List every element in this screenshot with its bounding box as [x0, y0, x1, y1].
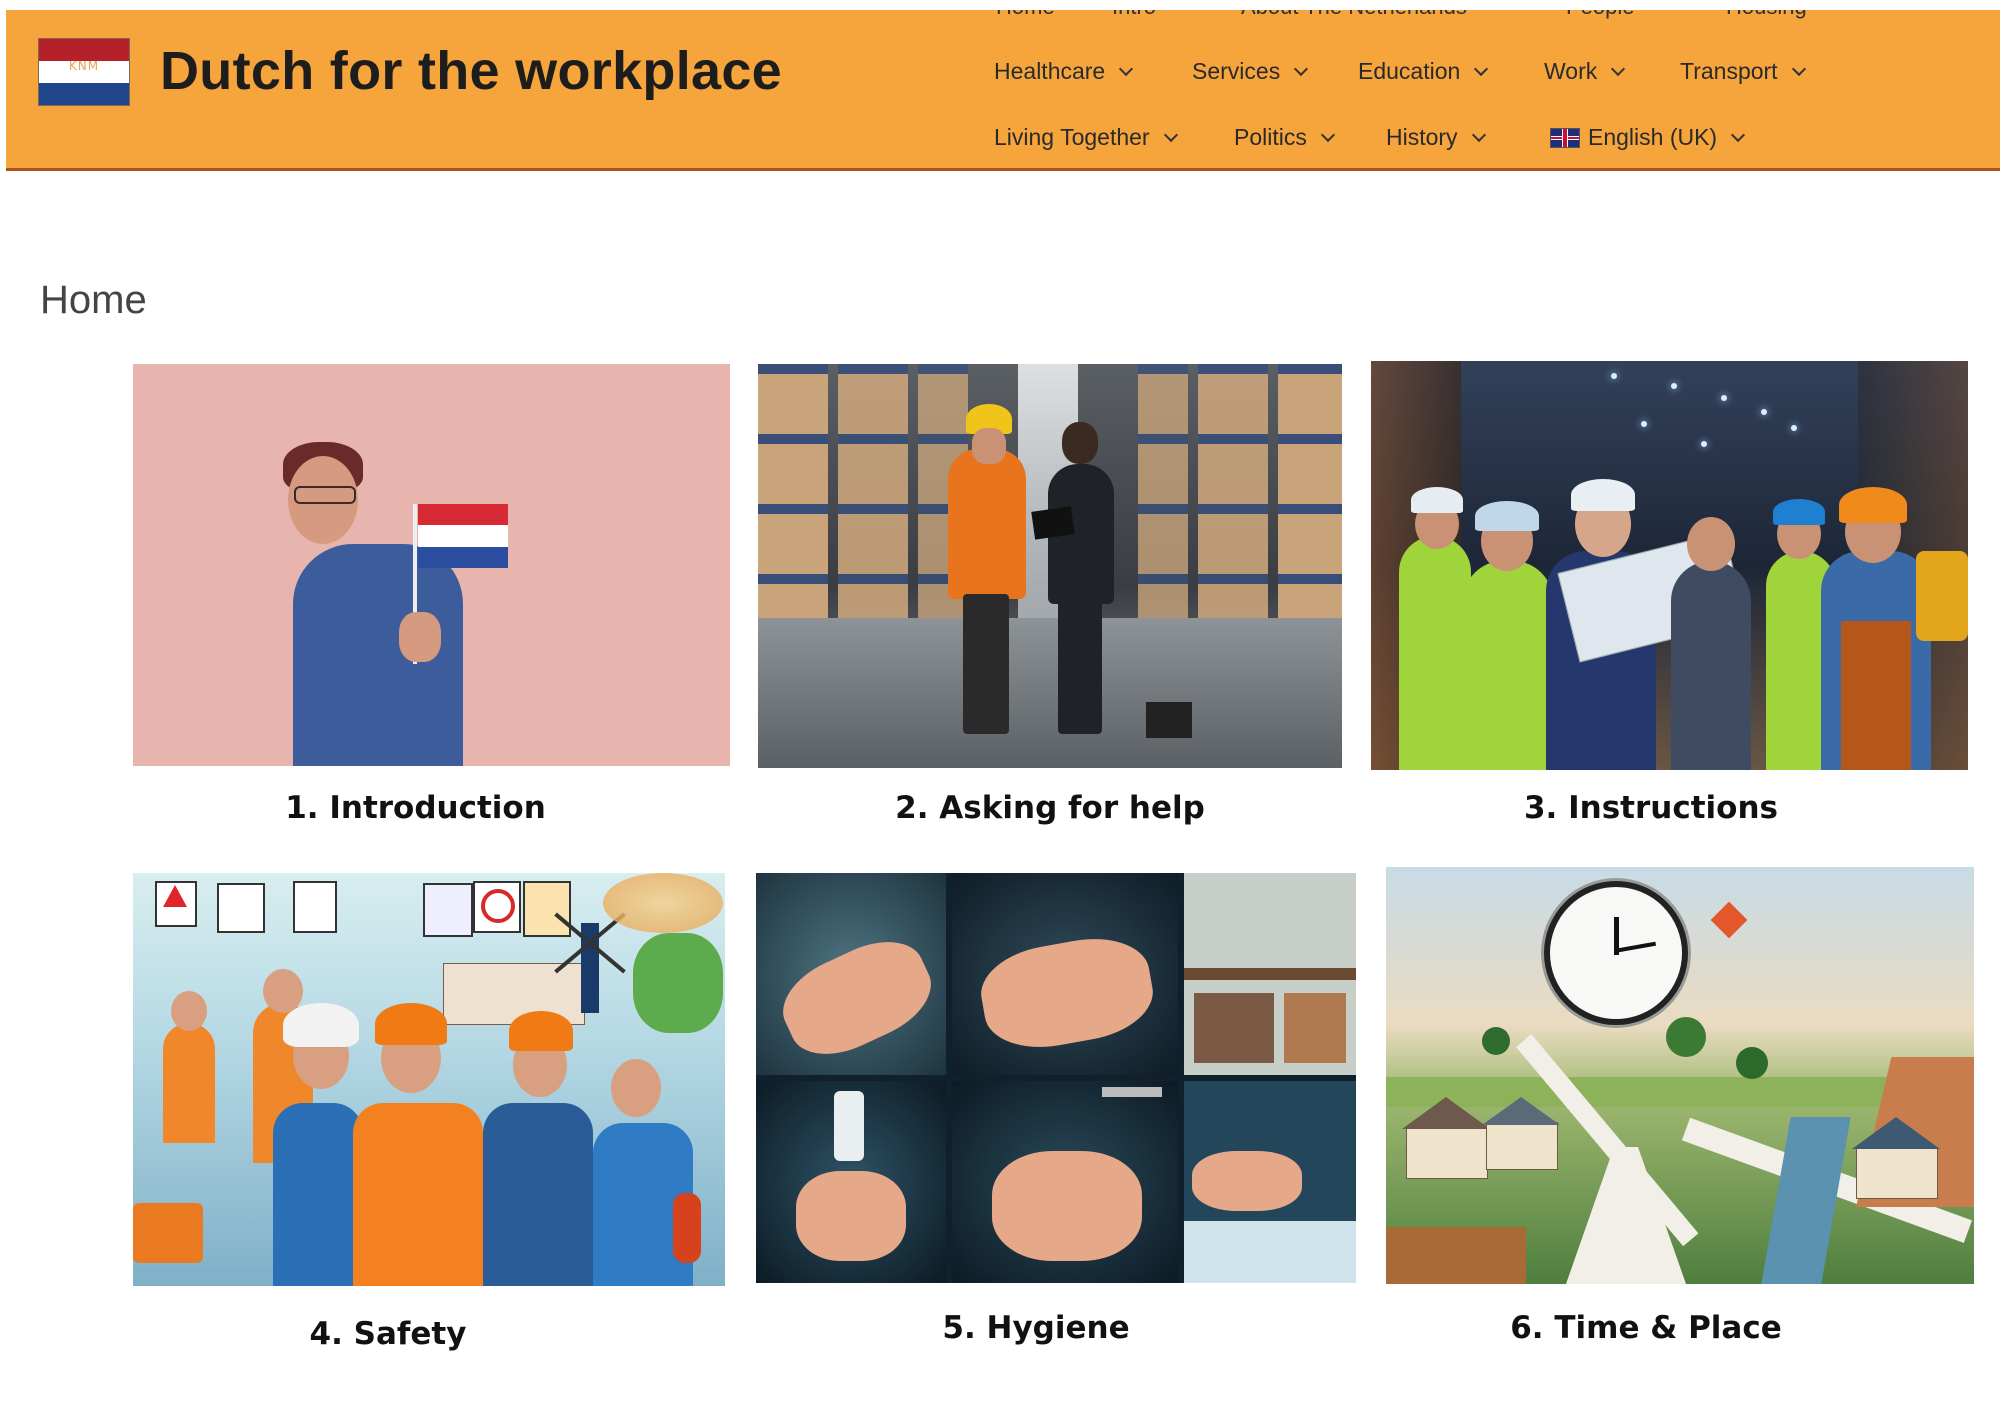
- language-label: English (UK): [1588, 124, 1718, 150]
- site-logo-flag-icon[interactable]: KNM: [38, 38, 130, 106]
- nav-label: Transport: [1680, 58, 1778, 84]
- chevron-down-icon: [1119, 61, 1134, 76]
- nav-label: Healthcare: [994, 58, 1106, 84]
- nav-label: Services: [1192, 58, 1281, 84]
- chevron-down-icon: [1163, 127, 1178, 142]
- kite-icon: [1710, 901, 1748, 939]
- tile-caption[interactable]: 2. Asking for help: [758, 790, 1342, 826]
- instructions-image[interactable]: [1371, 361, 1968, 770]
- chevron-down-icon: [1471, 127, 1486, 142]
- nav-label: Education: [1358, 58, 1461, 84]
- house-icon: [1406, 1127, 1488, 1179]
- chevron-down-icon: [1320, 127, 1335, 142]
- nav-item-intro[interactable]: Intro: [1112, 10, 1156, 20]
- site-header: KNM Dutch for the workplace Home Intro A…: [6, 10, 2000, 171]
- page-title: Home: [40, 278, 147, 322]
- nav-item-history[interactable]: History: [1386, 124, 1486, 151]
- tile-hygiene[interactable]: [756, 873, 1356, 1283]
- nav-item-work[interactable]: Work: [1544, 58, 1626, 85]
- tile-caption[interactable]: 3. Instructions: [1371, 790, 1931, 826]
- tile-asking-for-help[interactable]: [758, 364, 1342, 768]
- nav-item-politics[interactable]: Politics: [1234, 124, 1335, 151]
- nav-item-living-together[interactable]: Living Together: [994, 124, 1178, 151]
- nav-item-education[interactable]: Education: [1358, 58, 1489, 85]
- person-figure: [293, 544, 463, 766]
- language-selector[interactable]: English (UK): [1550, 124, 1746, 151]
- box-icon: [1146, 702, 1192, 738]
- nav-item-transport[interactable]: Transport: [1680, 58, 1806, 85]
- nav-item-home[interactable]: Home: [996, 10, 1055, 20]
- tile-time-and-place[interactable]: [1386, 867, 1974, 1284]
- safety-vest-icon: [353, 1103, 483, 1286]
- nav-item-about-the-netherlands[interactable]: About The Netherlands: [1241, 10, 1467, 20]
- tile-caption[interactable]: 4. Safety: [133, 1316, 643, 1352]
- time-and-place-image[interactable]: [1386, 867, 1974, 1284]
- nav-item-services[interactable]: Services: [1192, 58, 1309, 85]
- introduction-image[interactable]: [133, 364, 730, 766]
- nav-label: Politics: [1234, 124, 1307, 150]
- nav-label: Work: [1544, 58, 1598, 84]
- chevron-down-icon: [1611, 61, 1626, 76]
- hygiene-image[interactable]: [756, 873, 1356, 1283]
- nav-item-housing[interactable]: Housing: [1726, 10, 1807, 20]
- chevron-down-icon: [1791, 61, 1806, 76]
- asking-for-help-image[interactable]: [758, 364, 1342, 768]
- tile-safety[interactable]: [133, 873, 725, 1286]
- chevron-down-icon: [1474, 61, 1489, 76]
- nav-label: History: [1386, 124, 1458, 150]
- tablet-icon: [1031, 506, 1075, 540]
- chevron-down-icon: [1731, 127, 1746, 142]
- faucet-icon: [1102, 1087, 1162, 1097]
- site-title[interactable]: Dutch for the workplace: [160, 40, 782, 102]
- chevron-down-icon: [1294, 61, 1309, 76]
- nav-label: Living Together: [994, 124, 1150, 150]
- nav-item-healthcare[interactable]: Healthcare: [994, 58, 1134, 85]
- tile-caption[interactable]: 1. Introduction: [133, 790, 698, 826]
- uk-flag-icon: [1550, 127, 1580, 148]
- safety-image[interactable]: [133, 873, 725, 1286]
- dutch-flag-icon: [418, 504, 508, 568]
- clock-icon: [1544, 881, 1688, 1025]
- nav-item-people[interactable]: People: [1566, 10, 1635, 20]
- logo-text: KNM: [68, 59, 100, 73]
- soap-dispenser-icon: [834, 1091, 864, 1161]
- tile-instructions[interactable]: [1371, 361, 1968, 770]
- tile-caption[interactable]: 5. Hygiene: [756, 1310, 1316, 1346]
- nav-top-partial: Home Intro About The Netherlands People …: [6, 10, 2000, 24]
- tile-caption[interactable]: 6. Time & Place: [1386, 1310, 1906, 1346]
- tile-introduction[interactable]: [133, 364, 730, 766]
